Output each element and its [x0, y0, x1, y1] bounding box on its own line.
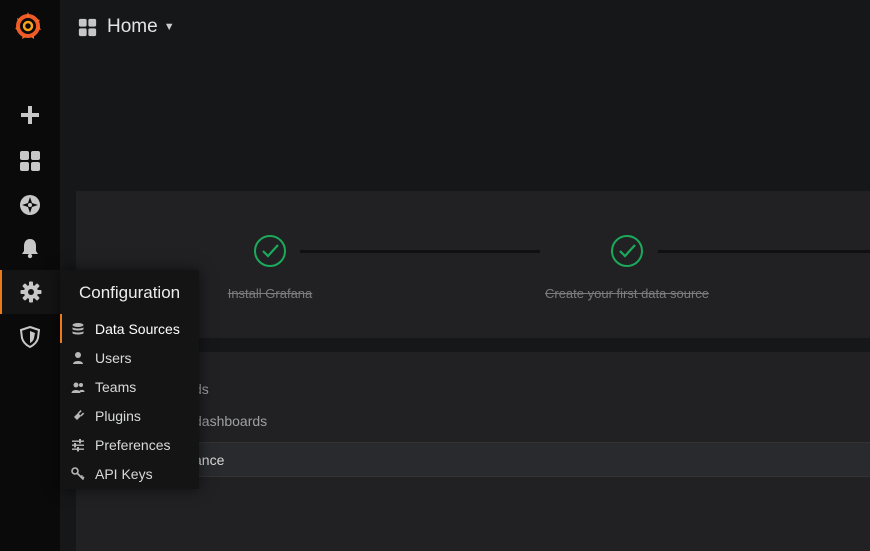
menu-item-users[interactable]: Users	[60, 343, 199, 372]
users-icon	[70, 379, 86, 395]
top-navbar: Home ▼	[60, 0, 870, 54]
check-circle-icon	[254, 235, 286, 267]
menu-item-label: Preferences	[95, 436, 171, 453]
step-label[interactable]: Create your first data source	[517, 286, 737, 301]
menu-item-preferences[interactable]: Preferences	[60, 430, 199, 459]
menu-item-api-keys[interactable]: API Keys	[60, 459, 199, 488]
dashboard-picker[interactable]: Home ▼	[78, 16, 175, 38]
grafana-logo-icon[interactable]	[12, 10, 44, 42]
configuration-button[interactable]	[0, 270, 60, 314]
dashboards-button[interactable]	[0, 139, 60, 183]
key-icon	[70, 466, 86, 482]
configuration-menu: Configuration Data Sources Users Teams P…	[60, 270, 199, 489]
shield-icon	[19, 326, 41, 348]
database-icon	[70, 321, 86, 337]
dashboard-section-recent[interactable]: dashboards	[194, 413, 267, 429]
gear-icon	[20, 281, 42, 303]
menu-item-label: API Keys	[95, 465, 153, 482]
explore-button[interactable]	[0, 183, 60, 227]
page-title: Home	[107, 16, 158, 37]
menu-item-label: Plugins	[95, 407, 141, 424]
plus-icon	[21, 106, 39, 124]
alerting-button[interactable]	[0, 226, 60, 270]
sliders-icon	[70, 437, 86, 453]
create-plus-button[interactable]	[0, 93, 60, 137]
dashboard-grid-icon	[78, 18, 97, 36]
check-circle-icon	[611, 235, 643, 267]
caret-down-icon: ▼	[163, 21, 175, 33]
plug-icon	[70, 408, 86, 424]
configuration-menu-header[interactable]: Configuration	[79, 283, 180, 303]
sidemenu	[0, 0, 60, 551]
server-admin-button[interactable]	[0, 315, 60, 359]
dashboards-icon	[20, 151, 40, 171]
bell-icon	[22, 239, 38, 259]
menu-item-label: Data Sources	[95, 320, 180, 337]
menu-item-label: Teams	[95, 378, 137, 395]
menu-item-plugins[interactable]: Plugins	[60, 401, 199, 430]
menu-item-label: Users	[95, 349, 132, 366]
step-create-data-source: Create your first data source	[517, 234, 737, 301]
menu-item-teams[interactable]: Teams	[60, 372, 199, 401]
explore-compass-icon	[20, 195, 40, 215]
user-icon	[70, 350, 86, 366]
menu-item-data-sources[interactable]: Data Sources	[60, 314, 199, 343]
grafana-app: Home ▼ Install Grafana Create your first…	[0, 0, 870, 551]
